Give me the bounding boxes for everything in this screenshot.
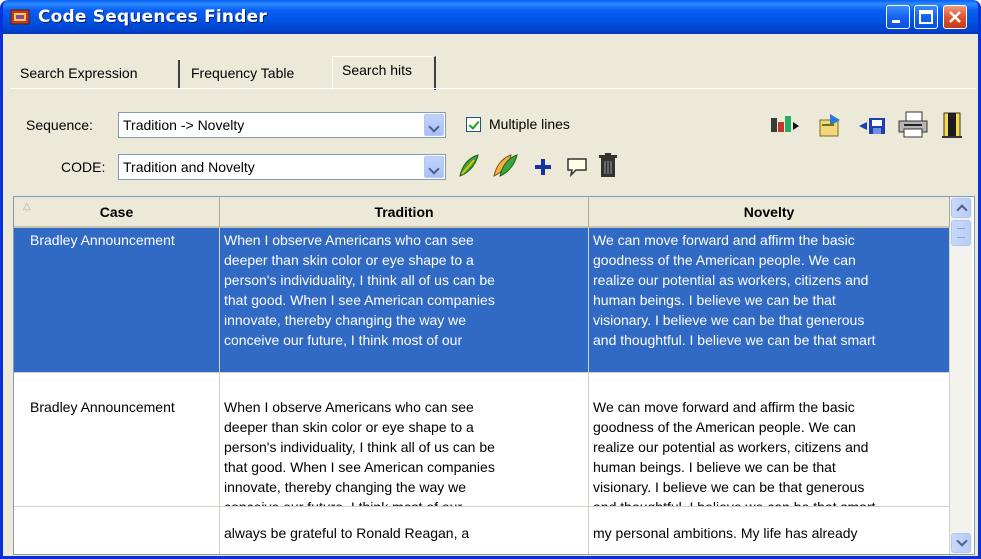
text-line: goodness of the American people. We can bbox=[593, 419, 856, 435]
text-line: goodness of the American people. We can bbox=[593, 252, 856, 268]
case-value: Bradley Announcement bbox=[30, 232, 175, 248]
table-row-tradition-cell[interactable]: When I observe Americans who can see dee… bbox=[220, 373, 589, 507]
minimize-icon bbox=[892, 20, 900, 23]
maximize-icon bbox=[919, 10, 933, 24]
text-line: and thoughtful. I believe we can be that… bbox=[593, 499, 876, 507]
text-line: When I observe Americans who can see bbox=[224, 232, 474, 248]
text-line: that good. When I see American companies bbox=[224, 292, 495, 308]
tab-search-expression[interactable]: Search Expression bbox=[11, 60, 180, 88]
column-header-tradition[interactable]: Tradition bbox=[220, 197, 589, 228]
column-header-label: Novelty bbox=[743, 204, 795, 220]
print-icon[interactable] bbox=[896, 109, 930, 141]
sequence-label: Sequence: bbox=[26, 117, 93, 133]
scroll-down-button[interactable] bbox=[951, 533, 971, 553]
chevron-down-icon[interactable] bbox=[424, 156, 444, 178]
code-select[interactable]: Tradition and Novelty bbox=[118, 154, 446, 180]
text-line: We can move forward and affirm the basic bbox=[593, 399, 855, 415]
text-line: When I observe Americans who can see bbox=[224, 399, 474, 415]
tab-label: Frequency Table bbox=[191, 65, 295, 81]
column-header-label: Case bbox=[99, 204, 134, 220]
scroll-thumb[interactable] bbox=[951, 220, 971, 246]
maximize-button[interactable] bbox=[914, 5, 938, 29]
code-sequences-finder-window: Code Sequences Finder Search Expression … bbox=[0, 0, 981, 559]
add-multiple-codes-icon[interactable] bbox=[490, 151, 520, 181]
text-line: person's individuality, I think all of u… bbox=[224, 272, 495, 288]
column-header-case[interactable]: △ Case bbox=[14, 197, 220, 228]
search-hits-grid[interactable]: △ Case Tradition Novelty Bradley Announc… bbox=[13, 196, 975, 555]
close-button[interactable] bbox=[943, 5, 967, 29]
text-line: and thoughtful. I believe we can be that… bbox=[593, 332, 876, 348]
table-row-case-cell[interactable] bbox=[14, 507, 220, 554]
minimize-button[interactable] bbox=[886, 5, 910, 29]
comment-icon[interactable] bbox=[564, 153, 590, 181]
tab-search-hits[interactable]: Search hits bbox=[332, 56, 436, 90]
text-line: innovate, thereby changing the way we bbox=[224, 479, 467, 495]
add-code-icon[interactable] bbox=[455, 151, 483, 181]
text-line: conceive our future, I think most of our bbox=[224, 332, 463, 348]
tab-label: Search Expression bbox=[20, 65, 138, 81]
text-line: deeper than skin color or eye shape to a bbox=[224, 419, 474, 435]
tab-label: Search hits bbox=[342, 62, 413, 78]
window-title: Code Sequences Finder bbox=[38, 7, 267, 27]
text-line: that good. When I see American companies bbox=[224, 459, 495, 475]
sort-indicator-icon: △ bbox=[23, 201, 31, 212]
text-line: human beings. I believe we can be that bbox=[593, 459, 836, 475]
text-line: human beings. I believe we can be that bbox=[593, 292, 836, 308]
plus-icon[interactable] bbox=[531, 153, 555, 181]
save-icon[interactable] bbox=[857, 111, 889, 141]
table-row-case-cell[interactable]: Bradley Announcement bbox=[14, 373, 220, 507]
text-line: person's individuality, I think all of u… bbox=[224, 439, 495, 455]
table-row-novelty-cell[interactable]: We can move forward and affirm the basic… bbox=[589, 373, 950, 507]
table-row-case-cell[interactable]: Bradley Announcement bbox=[14, 228, 220, 373]
column-header-label: Tradition bbox=[374, 204, 434, 220]
multiple-lines-checkbox[interactable] bbox=[466, 117, 481, 132]
delete-icon[interactable] bbox=[595, 151, 621, 181]
text-line: visionary. I believe we can be that gene… bbox=[593, 479, 865, 495]
sequence-select[interactable]: Tradition -> Novelty bbox=[118, 112, 446, 138]
scroll-up-button[interactable] bbox=[951, 198, 971, 218]
vertical-scrollbar[interactable] bbox=[950, 197, 972, 554]
tab-divider bbox=[10, 88, 976, 89]
table-row-novelty-cell[interactable]: my personal ambitions. My life has alrea… bbox=[589, 507, 950, 554]
code-value: Tradition and Novelty bbox=[123, 159, 255, 175]
exit-icon[interactable] bbox=[937, 109, 967, 141]
import-icon[interactable] bbox=[815, 111, 847, 141]
text-line: my personal ambitions. My life has alrea… bbox=[593, 525, 858, 541]
export-icon[interactable] bbox=[769, 111, 803, 141]
title-bar[interactable]: Code Sequences Finder bbox=[3, 0, 978, 34]
multiple-lines-label: Multiple lines bbox=[489, 116, 570, 132]
text-line: realize our potential as workers, citize… bbox=[593, 272, 869, 288]
text-line: We can move forward and affirm the basic bbox=[593, 232, 855, 248]
code-label: CODE: bbox=[61, 159, 106, 175]
text-line: conceive our future. I think most of our bbox=[224, 499, 463, 507]
sequence-value: Tradition -> Novelty bbox=[123, 117, 245, 133]
tab-frequency-table[interactable]: Frequency Table bbox=[182, 60, 328, 88]
column-header-novelty[interactable]: Novelty bbox=[589, 197, 950, 228]
close-icon bbox=[949, 11, 961, 23]
table-row-novelty-cell[interactable]: We can move forward and affirm the basic… bbox=[589, 228, 950, 373]
text-line: realize our potential as workers, citize… bbox=[593, 439, 869, 455]
text-line: visionary. I believe we can be that gene… bbox=[593, 312, 865, 328]
text-line: innovate, thereby changing the way we bbox=[224, 312, 467, 328]
table-row-tradition-cell[interactable]: When I observe Americans who can see dee… bbox=[220, 228, 589, 373]
app-icon bbox=[10, 9, 30, 25]
case-value: Bradley Announcement bbox=[30, 399, 175, 415]
chevron-down-icon[interactable] bbox=[424, 114, 444, 136]
text-line: always be grateful to Ronald Reagan, a bbox=[224, 525, 470, 541]
text-line: deeper than skin color or eye shape to a bbox=[224, 252, 474, 268]
table-row-tradition-cell[interactable]: always be grateful to Ronald Reagan, a bbox=[220, 507, 589, 554]
